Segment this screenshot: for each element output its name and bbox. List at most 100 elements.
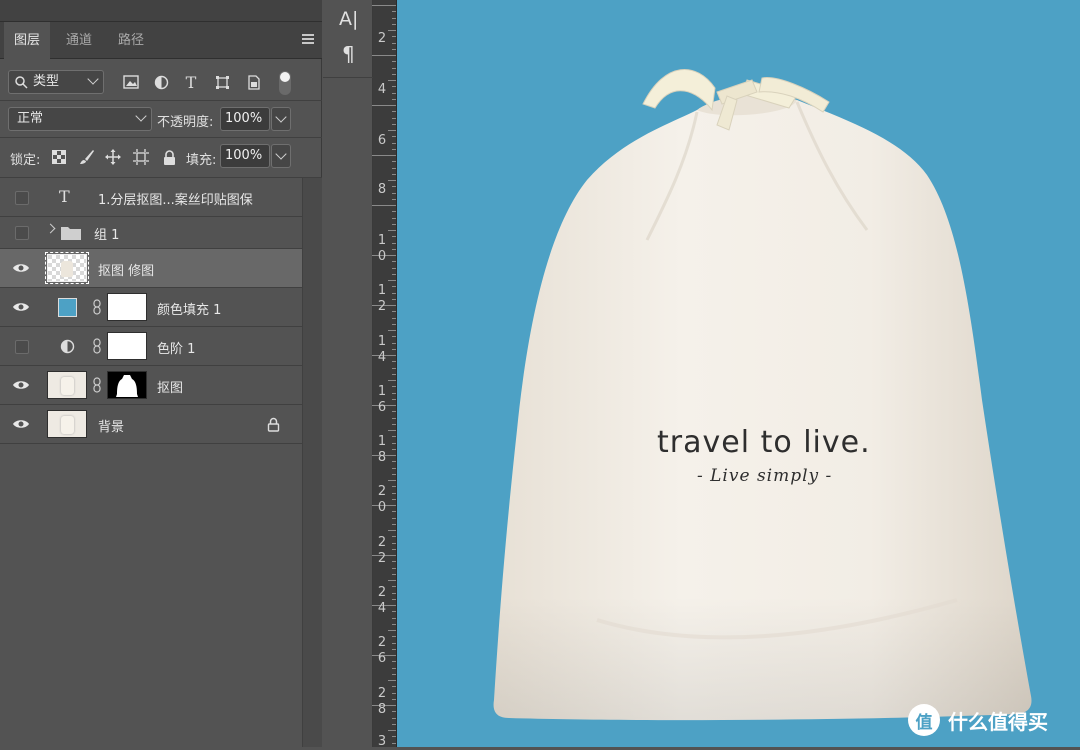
ruler-tick xyxy=(388,180,396,181)
paragraph-panel-icon[interactable]: ¶ xyxy=(342,42,355,66)
ruler-tick xyxy=(388,730,396,731)
color-fill-swatch[interactable] xyxy=(58,298,77,317)
chevron-right-icon[interactable] xyxy=(45,223,56,234)
tool-icon-group: A| ¶ xyxy=(323,0,373,78)
link-icon[interactable] xyxy=(92,338,102,354)
layer-row-background[interactable]: 背景 xyxy=(0,405,302,444)
ruler-tick xyxy=(388,430,396,431)
filter-kind-select[interactable]: 类型 xyxy=(8,70,104,94)
panel-header-strip xyxy=(0,0,322,22)
visibility-toggle-off[interactable] xyxy=(15,226,29,240)
link-icon[interactable] xyxy=(92,299,102,315)
fill-dropdown-button[interactable] xyxy=(271,144,291,168)
chevron-down-icon xyxy=(275,148,287,160)
layer-row-group[interactable]: 组 1 xyxy=(0,217,302,249)
ruler-tick xyxy=(392,267,396,269)
visibility-toggle-off[interactable] xyxy=(15,340,29,354)
filter-smart-object-icon[interactable] xyxy=(244,72,264,92)
lock-brush-icon[interactable] xyxy=(77,147,97,167)
lock-artboard-icon[interactable] xyxy=(131,147,151,167)
ruler-tick xyxy=(392,573,396,575)
fill-label: 填充: xyxy=(186,153,217,168)
filter-adjustment-icon[interactable] xyxy=(151,72,171,92)
ruler-tick xyxy=(392,586,396,588)
ruler-tick xyxy=(392,117,396,119)
ruler-tick xyxy=(392,417,396,419)
filter-type-icon[interactable]: T xyxy=(181,72,201,92)
layer-row-selected[interactable]: 抠图 修图 xyxy=(0,249,302,288)
bag-print-main-text: travel to live. xyxy=(657,425,871,460)
eye-icon[interactable] xyxy=(12,378,30,392)
visibility-toggle-off[interactable] xyxy=(15,191,29,205)
layer-name: 抠图 xyxy=(157,381,184,396)
ruler-tick xyxy=(392,436,396,438)
layer-name: 1.分层抠图...案丝印贴图保 xyxy=(98,193,253,208)
lock-label: 锁定: xyxy=(10,153,41,168)
panel-menu-icon[interactable] xyxy=(302,34,314,44)
ruler-tick xyxy=(392,198,396,200)
layers-scrollbar[interactable] xyxy=(302,178,322,747)
ruler-number: 3 xyxy=(377,734,387,749)
ruler-tick xyxy=(388,330,396,331)
ruler-tick xyxy=(392,392,396,394)
ruler-tick xyxy=(392,711,396,713)
lock-move-icon[interactable] xyxy=(103,147,123,167)
filter-pixel-icon[interactable] xyxy=(121,72,141,92)
character-panel-icon[interactable]: A| xyxy=(339,8,358,30)
tab-channels[interactable]: 通道 xyxy=(56,22,102,59)
layer-row-levels[interactable]: 色阶 1 xyxy=(0,327,302,366)
lock-all-icon[interactable] xyxy=(159,147,179,167)
ruler-tick xyxy=(388,480,396,481)
ruler-tick xyxy=(392,292,396,294)
drawstring-bag-image xyxy=(493,68,1032,721)
ruler-number: 10 xyxy=(377,233,387,264)
filter-toggle-switch[interactable] xyxy=(279,71,291,95)
ruler-tick xyxy=(392,36,396,38)
filter-shape-icon[interactable] xyxy=(212,72,232,92)
layer-name: 颜色填充 1 xyxy=(157,303,222,318)
ruler-tick xyxy=(392,286,396,288)
eye-icon[interactable] xyxy=(12,300,30,314)
blend-mode-select[interactable]: 正常 xyxy=(8,107,152,131)
ruler-tick xyxy=(372,5,396,6)
ruler-tick xyxy=(392,42,396,44)
document-canvas[interactable] xyxy=(397,0,1080,747)
ruler-tick xyxy=(392,717,396,719)
tab-paths[interactable]: 路径 xyxy=(108,22,154,59)
fill-input[interactable]: 100% xyxy=(220,144,270,168)
layer-row-text[interactable]: T 1.分层抠图...案丝印贴图保 xyxy=(0,178,302,217)
opacity-input[interactable]: 100% xyxy=(220,107,270,131)
layer-name: 抠图 修图 xyxy=(98,264,155,279)
eye-icon[interactable] xyxy=(12,261,30,275)
eye-icon[interactable] xyxy=(12,417,30,431)
ruler-tick xyxy=(392,461,396,463)
ruler-tick xyxy=(392,598,396,600)
ruler-tick xyxy=(392,73,396,75)
ruler-tick xyxy=(392,636,396,638)
chevron-down-icon xyxy=(135,110,147,122)
ruler-tick xyxy=(392,61,396,63)
ruler-tick xyxy=(392,248,396,250)
ruler-tick xyxy=(388,30,396,31)
layer-name: 色阶 1 xyxy=(157,342,196,357)
ruler-tick xyxy=(392,473,396,475)
ruler-number: 6 xyxy=(377,133,387,148)
ruler-tick xyxy=(392,736,396,738)
link-icon[interactable] xyxy=(92,377,102,393)
layer-row-masked[interactable]: 抠图 xyxy=(0,366,302,405)
lock-transparent-icon[interactable] xyxy=(49,147,69,167)
layer-mask-thumbnail xyxy=(107,293,147,321)
ruler-tick xyxy=(392,686,396,688)
chevron-down-icon xyxy=(275,111,287,123)
layer-row-color-fill[interactable]: 颜色填充 1 xyxy=(0,288,302,327)
ruler-tick xyxy=(392,98,396,100)
watermark: 值 什么值得买 xyxy=(908,704,1048,736)
opacity-dropdown-button[interactable] xyxy=(271,107,291,131)
ruler-tick xyxy=(392,86,396,88)
ruler-tick xyxy=(392,386,396,388)
tab-layers[interactable]: 图层 xyxy=(4,22,51,60)
ruler-tick xyxy=(392,361,396,363)
ruler-tick xyxy=(392,17,396,19)
ruler-tick xyxy=(392,398,396,400)
ruler-tick xyxy=(388,80,396,81)
